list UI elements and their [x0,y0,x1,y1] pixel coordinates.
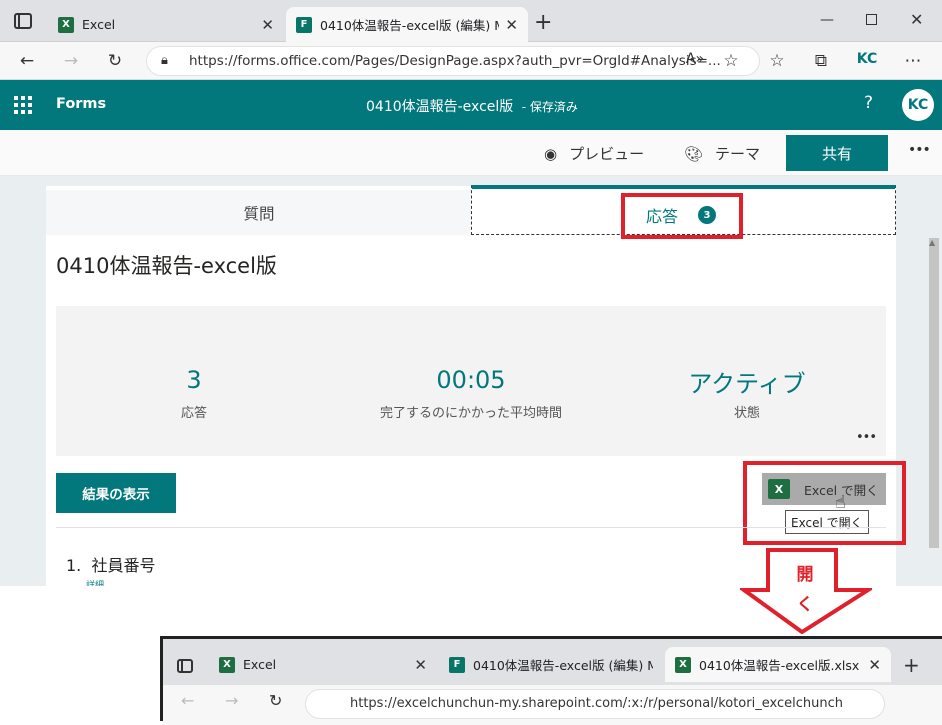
forms-icon: F [296,16,312,33]
lock-icon: 🔒︎ [161,53,168,68]
tab-questions-label: 質問 [243,204,275,223]
theme-label: テーマ [715,145,761,163]
tab-actions-icon[interactable] [177,659,193,673]
lower-tab-xlsx[interactable]: X 0410体温報告-excel版.xlsx ✕ [665,647,891,682]
palette-icon: 🎨︎ [684,144,704,163]
divider [56,527,886,528]
minimize-icon[interactable]: — [820,12,834,28]
app-launcher-icon[interactable] [14,96,32,114]
forms-app-bar: Forms 0410体温報告-excel版 - 保存済み ? KC [0,80,942,130]
close-tab-icon[interactable]: ✕ [505,16,518,34]
stat-responses-label: 応答 [180,406,207,421]
theme-button[interactable]: 🎨︎ テーマ [684,143,760,164]
close-tab-icon[interactable]: ✕ [868,656,881,674]
scroll-up-icon[interactable]: ▲ [929,238,935,247]
eye-icon: ◉ [544,144,558,163]
app-name[interactable]: Forms [56,96,106,112]
browser-tab-strip: X Excel ✕ F 0410体温報告-excel版 (編集) Mic ✕ +… [0,0,942,42]
lower-tab-forms[interactable]: F 0410体温報告-excel版 (編集) M [439,647,663,682]
lower-browser-window: X Excel ✕ F 0410体温報告-excel版 (編集) M X 041… [160,636,942,725]
close-tab-icon[interactable]: ✕ [261,16,274,34]
stat-status-value: アクティブ [688,370,806,398]
tab-label: Excel [243,657,277,672]
stat-avg-time-label: 完了するのにかかった平均時間 [379,406,562,421]
read-aloud-icon[interactable]: A» [684,51,706,67]
preview-button[interactable]: ◉ プレビュー [544,143,644,164]
doc-title: 0410体温報告-excel版 [366,99,514,115]
tab-label: 0410体温報告-excel版 (編集) M [473,658,653,673]
stat-avg-time-value: 00:05 [436,366,506,394]
close-tab-icon[interactable]: ✕ [414,656,427,674]
excel-icon: X [219,656,235,673]
preview-label: プレビュー [569,145,645,163]
form-title: 0410体温報告-excel版 [56,254,277,278]
avatar[interactable]: KC [902,89,934,121]
settings-more-icon[interactable]: ⋯ [902,51,924,71]
question-1-title: 1. 社員番号 [66,556,156,575]
lower-address-bar[interactable]: https://excelchunchun-my.sharepoint.com/… [305,689,885,719]
view-results-button[interactable]: 結果の表示 [56,473,176,513]
annotation-red-box-excel [743,461,906,545]
favorites-icon[interactable]: ☆ [766,51,788,71]
excel-icon: X [675,656,691,673]
window-close-icon[interactable]: ✕ [910,10,923,29]
browser-tab-excel[interactable]: X Excel ✕ [48,7,284,42]
doc-title-area: 0410体温報告-excel版 - 保存済み [366,96,578,116]
forms-icon: F [449,656,465,673]
more-options-icon[interactable]: ••• [908,142,931,158]
tab-questions[interactable]: 質問 [46,190,472,235]
tab-label: 0410体温報告-excel版.xlsx [699,658,860,673]
profile-icon[interactable]: KC [856,51,878,67]
collections-icon[interactable]: ⧉ [810,51,832,71]
browser-toolbar: ← → ↻ 🔒︎ https://forms.office.com/Pages/… [0,42,942,80]
excel-icon: X [58,16,74,33]
question-1-details-link[interactable]: 詳細 [86,578,104,586]
command-bar: ◉ プレビュー 🎨︎ テーマ 共有 ••• [0,130,942,176]
tab-actions-icon[interactable] [14,13,32,29]
share-button[interactable]: 共有 [786,135,888,171]
save-status: - 保存済み [521,100,578,114]
tab-label: Excel [82,17,116,32]
stats-more-icon[interactable]: ••• [856,430,877,445]
new-tab-icon[interactable]: + [534,10,552,35]
arrow-label: 開く [796,565,814,615]
add-favorite-icon[interactable]: ☆ [720,51,742,71]
url-text: https://excelchunchun-my.sharepoint.com/… [350,696,843,711]
stat-responses-value: 3 [186,366,202,394]
back-icon[interactable]: ← [16,51,38,71]
lower-toolbar: ← → ↻ https://excelchunchun-my.sharepoin… [163,685,942,725]
back-icon[interactable]: ← [181,691,194,710]
new-tab-icon[interactable]: + [903,653,920,677]
stat-status-label: 状態 [733,406,760,421]
url-text: https://forms.office.com/Pages/DesignPag… [189,53,721,69]
annotation-red-box-responses [621,193,743,239]
tab-label: 0410体温報告-excel版 (編集) Mic [320,18,500,33]
scrollbar-thumb[interactable] [929,238,939,548]
refresh-icon[interactable]: ↻ [269,691,282,710]
forward-icon[interactable]: → [225,691,238,710]
browser-tab-forms[interactable]: F 0410体温報告-excel版 (編集) Mic ✕ [286,7,528,42]
address-bar[interactable]: 🔒︎ https://forms.office.com/Pages/Design… [146,46,760,76]
maximize-icon[interactable] [866,14,877,25]
help-icon[interactable]: ? [864,93,873,113]
refresh-icon[interactable]: ↻ [104,51,126,71]
forward-icon[interactable]: → [60,51,82,71]
lower-tab-excel[interactable]: X Excel ✕ [209,647,437,682]
